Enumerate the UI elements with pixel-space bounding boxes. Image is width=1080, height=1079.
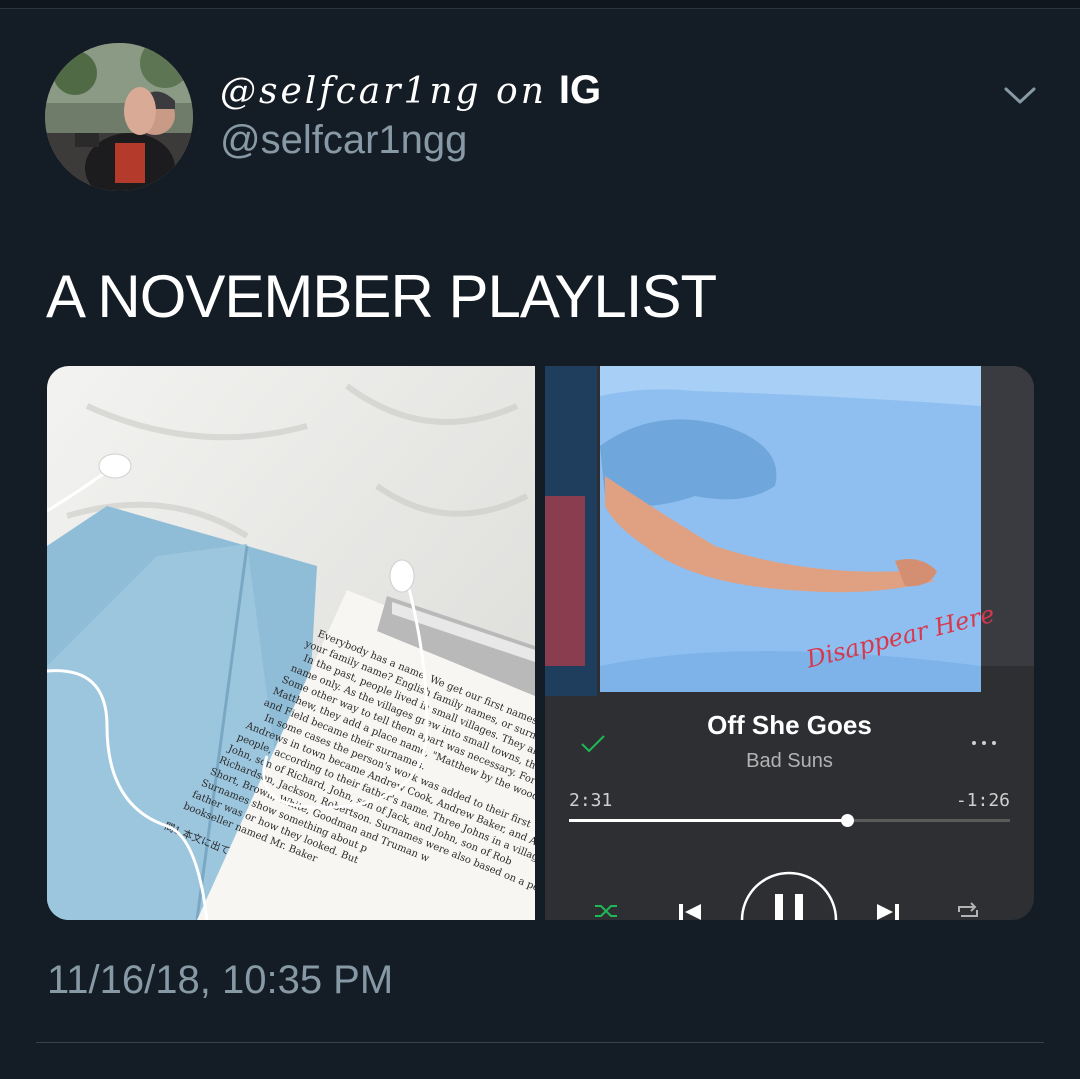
more-options-icon[interactable] [969, 738, 999, 748]
avatar-photo [45, 43, 193, 191]
progress-knob[interactable] [840, 814, 854, 827]
top-edge [0, 0, 1080, 9]
chevron-down-icon[interactable] [1000, 80, 1040, 110]
next-track-icon[interactable] [875, 902, 901, 920]
album-art: Disappear Here [600, 366, 997, 692]
album-art-panel: Disappear Here [545, 366, 1034, 696]
photo-book-earphones[interactable]: Everybody has a name. We get our first n… [47, 366, 566, 920]
user-handle[interactable]: @selfcar1ngg [220, 118, 467, 163]
track-artist[interactable]: Bad Suns [545, 750, 1034, 773]
tweet-text: A NOVEMBER PLAYLIST [46, 263, 717, 330]
tweet-media[interactable]: Everybody has a name. We get our first n… [47, 366, 1034, 920]
track-title: Off She Goes [707, 710, 872, 740]
avatar[interactable] [45, 43, 193, 191]
display-name-suffix: IG [558, 68, 602, 112]
pause-button[interactable] [739, 868, 839, 920]
time-remaining: -1:26 [955, 790, 1010, 811]
previous-track-icon[interactable] [677, 902, 703, 920]
display-name[interactable]: @selfcar1ng on IG [220, 68, 601, 113]
time-elapsed: 2:31 [569, 790, 613, 811]
divider [36, 1042, 1044, 1043]
spotify-screenshot[interactable]: Disappear Here Off She Goes Bad Suns 2:3… [545, 366, 1034, 920]
pause-icon [775, 894, 783, 920]
progress-bar[interactable] [569, 814, 1010, 827]
tweet-timestamp[interactable]: 11/16/18, 10:35 PM [47, 958, 393, 1003]
photo-book-earphones-image: Everybody has a name. We get our first n… [47, 366, 566, 920]
display-name-script: @selfcar1ng on [220, 71, 547, 112]
progress-fill [569, 819, 847, 822]
shuffle-icon[interactable] [593, 902, 619, 920]
repeat-icon[interactable] [955, 902, 981, 920]
